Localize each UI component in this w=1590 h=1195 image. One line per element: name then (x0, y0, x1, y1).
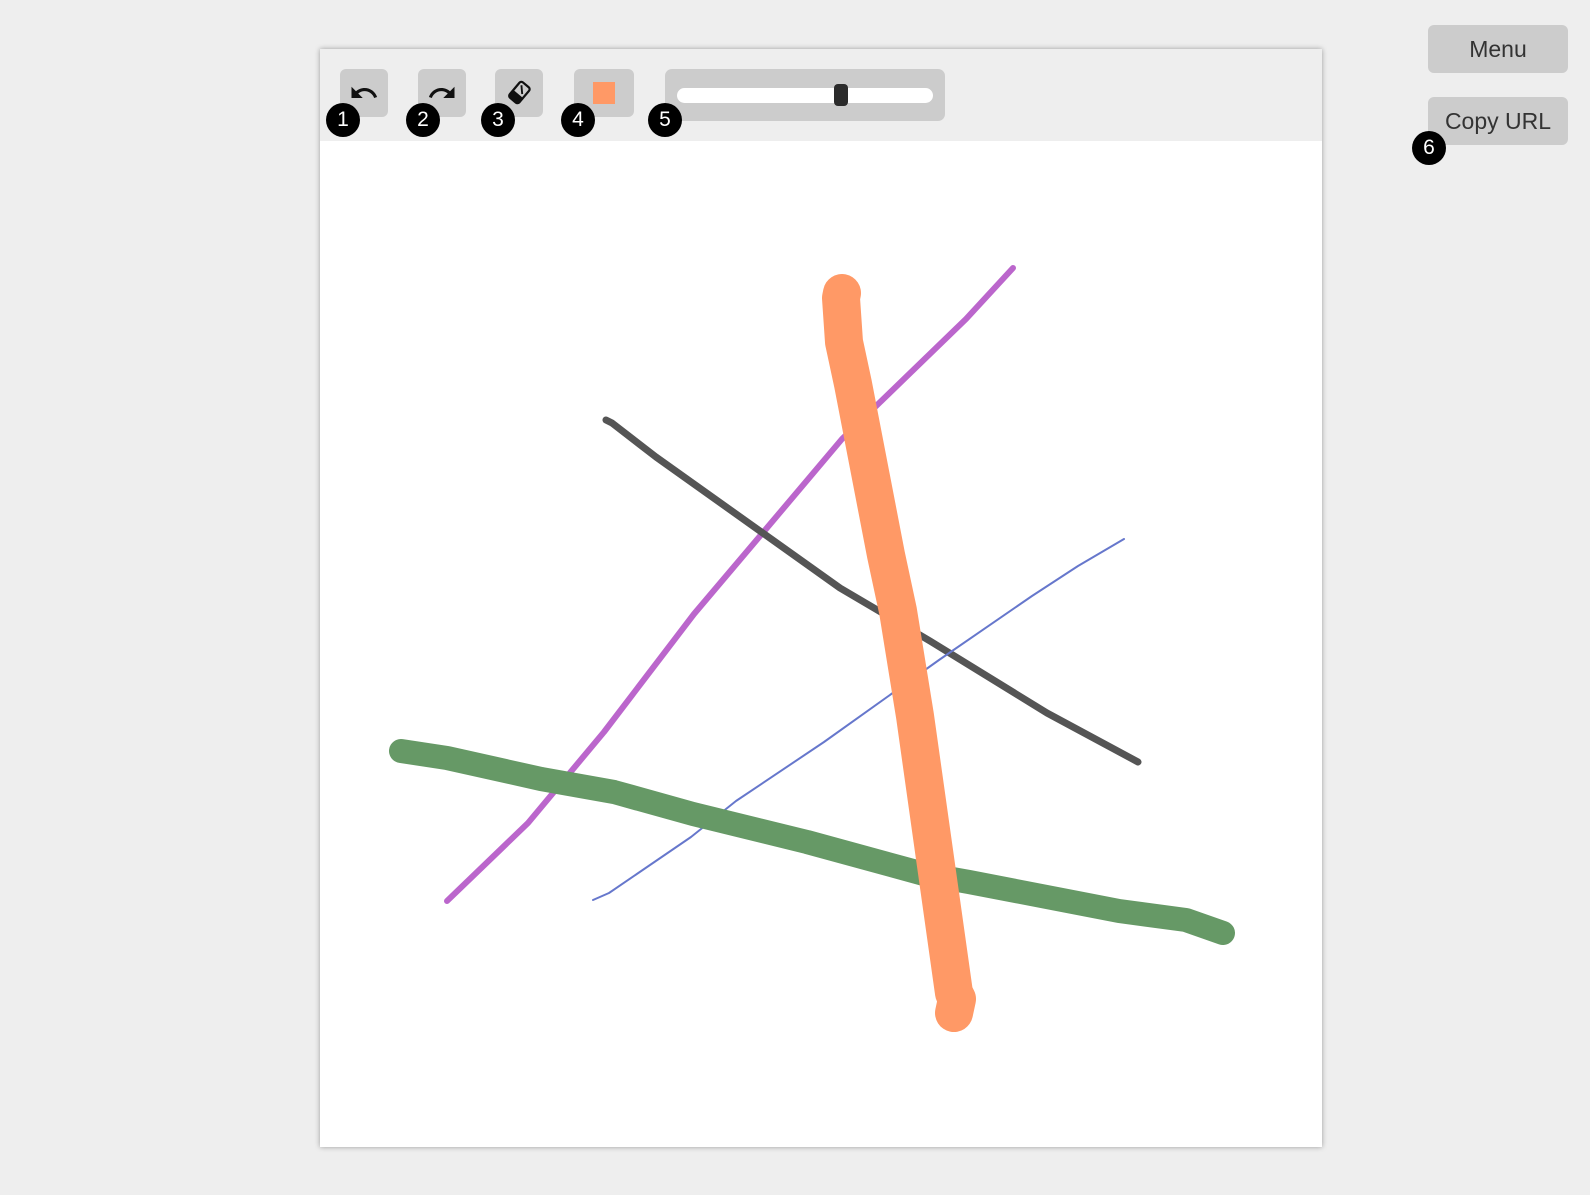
drawing-app (320, 49, 1322, 1147)
badge-5: 5 (648, 103, 682, 137)
redo-icon (428, 86, 455, 98)
badge-6: 6 (1412, 131, 1446, 165)
badge-4: 4 (561, 103, 595, 137)
toolbar (320, 49, 1322, 141)
eraser-icon (508, 80, 531, 105)
drawing-canvas[interactable] (320, 141, 1322, 1147)
badge-1: 1 (326, 103, 360, 137)
badge-3: 3 (481, 103, 515, 137)
slider-thumb[interactable] (833, 84, 848, 106)
stroke-orange (822, 274, 976, 1032)
copy-url-button[interactable]: Copy URL (1428, 97, 1568, 145)
undo-icon (351, 86, 378, 98)
color-swatch (593, 82, 615, 104)
brush-size-slider[interactable] (665, 69, 945, 121)
badge-2: 2 (406, 103, 440, 137)
stroke-green (389, 739, 1235, 945)
slider-track[interactable] (677, 84, 933, 106)
menu-button[interactable]: Menu (1428, 25, 1568, 73)
